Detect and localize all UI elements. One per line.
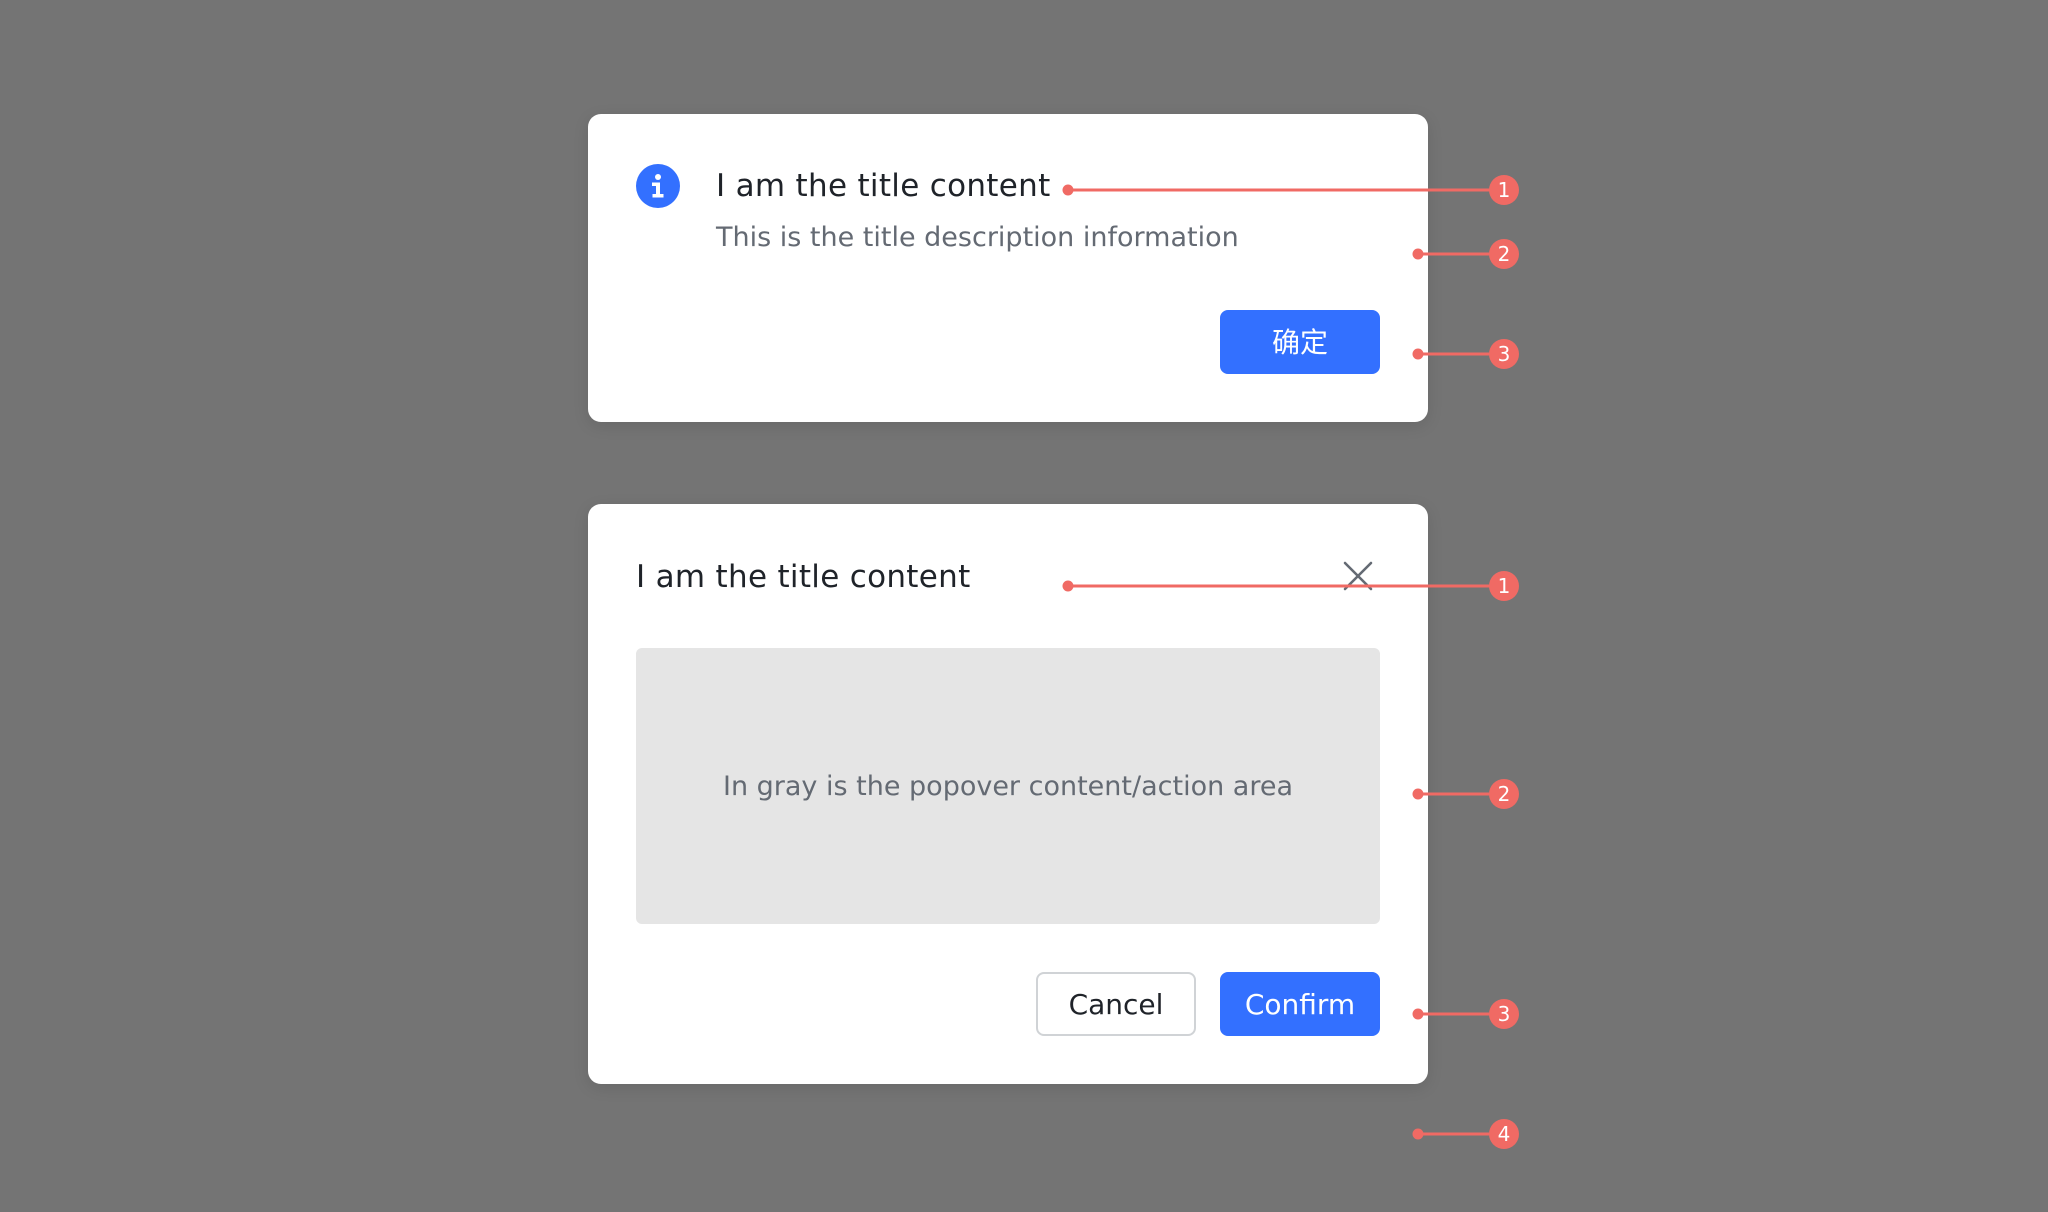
confirm-button[interactable]: 确定 [1220,310,1380,374]
popover-dialog-card: I am the title content In gray is the po… [588,504,1428,1084]
annotation-4-bottom: 4 [1412,1119,1519,1149]
marker-number: 4 [1498,1122,1511,1146]
dialog-title: I am the title content [716,168,1051,204]
content-area-text: In gray is the popover content/action ar… [722,770,1293,802]
cancel-button[interactable]: Cancel [1036,972,1196,1036]
content-area: In gray is the popover content/action ar… [636,648,1380,924]
info-dialog-card: I am the title content This is the title… [588,114,1428,422]
confirm-button[interactable]: Confirm [1220,972,1380,1036]
annotation-2-top: 2 [1412,239,1519,269]
dialog-title: I am the title content [636,559,971,595]
marker-number: 3 [1498,1002,1511,1026]
marker-number: 1 [1498,178,1511,202]
annotation-3-bottom: 3 [1412,999,1519,1029]
dialog-description: This is the title description informatio… [716,222,1239,253]
marker-number: 1 [1498,574,1511,598]
annotation-2-bottom: 2 [1412,779,1519,809]
marker-number: 2 [1498,242,1511,266]
marker-number: 3 [1498,342,1511,366]
marker-number: 2 [1498,782,1511,806]
close-icon[interactable] [1342,560,1374,592]
annotation-3-top: 3 [1412,339,1519,369]
info-icon [636,164,680,208]
